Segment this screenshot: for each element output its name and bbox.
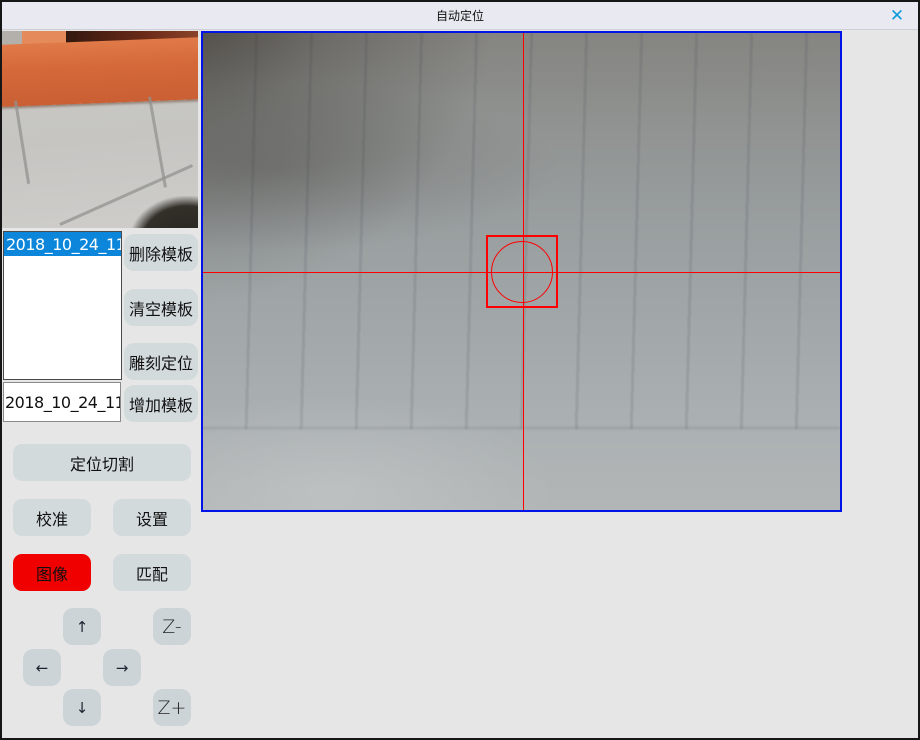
thumb-orange-beam [2,37,198,107]
dialog-title: 自动定位 [436,7,484,24]
add-template-button[interactable]: 增加模板 [124,385,198,422]
camera-view[interactable] [201,31,842,512]
jog-right-button[interactable]: → [103,649,141,686]
jog-up-button[interactable]: ↑ [63,608,101,645]
locate-cut-button[interactable]: 定位切割 [13,444,191,481]
template-name-input[interactable] [3,382,121,422]
engrave-locate-button[interactable]: 雕刻定位 [124,343,198,380]
close-icon[interactable]: ✕ [884,4,910,28]
thumb-dark-blob [130,196,198,228]
template-thumbnail [2,31,198,228]
delete-template-button[interactable]: 删除模板 [124,234,198,271]
jog-left-button[interactable]: ← [23,649,61,686]
jog-down-button[interactable]: ↓ [63,689,101,726]
image-button[interactable]: 图像 [13,554,91,591]
thumb-tile-line [14,101,30,184]
calibrate-button[interactable]: 校准 [13,499,91,536]
z-minus-button[interactable]: Z- [153,608,191,645]
settings-button[interactable]: 设置 [113,499,191,536]
auto-locate-dialog: 自动定位 ✕ 2018_10_24_11 删除模板 清空模板 雕刻定位 增加模板… [0,0,920,740]
thumb-tile-line [148,96,167,187]
z-plus-button[interactable]: Z+ [153,689,191,726]
template-list-item-selected[interactable]: 2018_10_24_11 [4,232,121,256]
clear-templates-button[interactable]: 清空模板 [124,289,198,326]
template-list[interactable]: 2018_10_24_11 [3,231,122,380]
match-button[interactable]: 匹配 [113,554,191,591]
target-circle [491,241,553,303]
titlebar: 自动定位 ✕ [2,2,918,30]
